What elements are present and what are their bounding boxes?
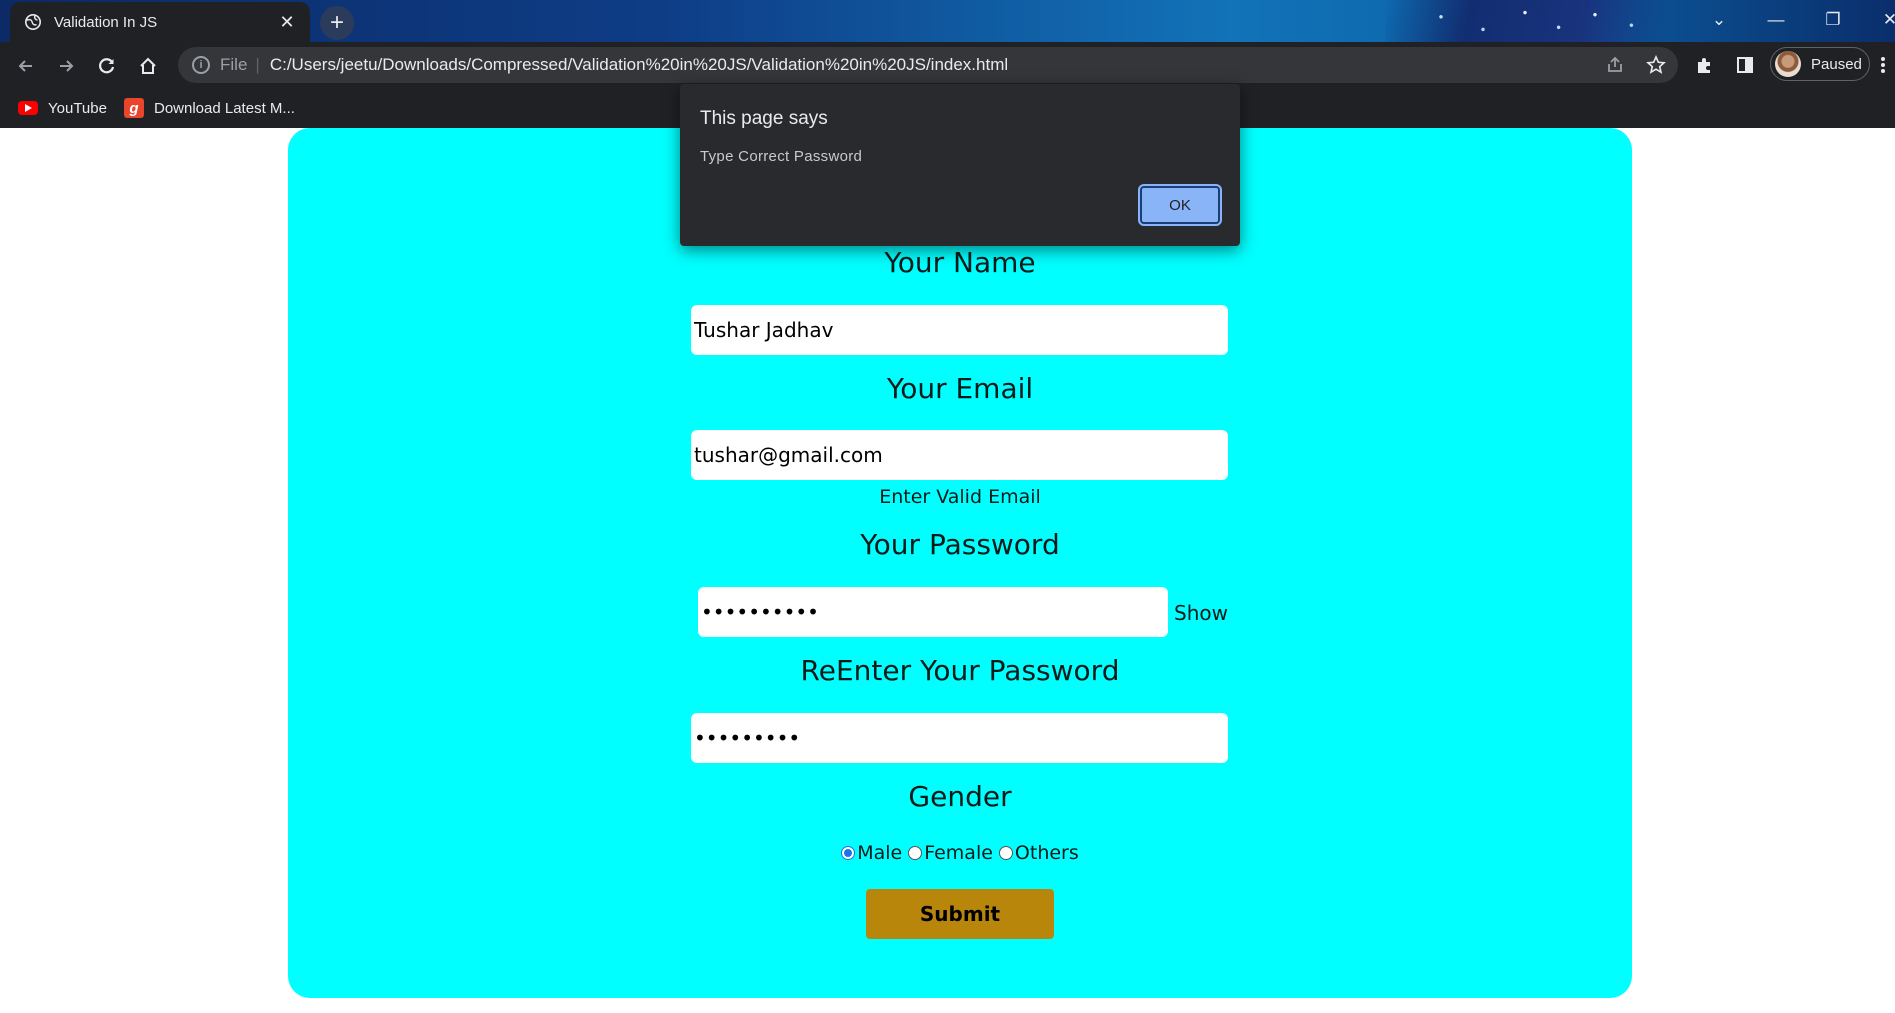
alert-title: This page says <box>700 108 828 129</box>
arrow-left-icon[interactable] <box>10 50 42 82</box>
repassword-input[interactable]: ••••••••• <box>691 713 1228 763</box>
name-label: Your Name <box>884 246 1036 279</box>
url-text: C:/Users/jeetu/Downloads/Compressed/Vali… <box>269 55 1009 74</box>
gender-option-label: Female <box>924 842 993 864</box>
gender-label: Gender <box>908 780 1012 813</box>
url-scheme: File <box>220 55 248 74</box>
tab-title: Validation In JS <box>54 13 158 31</box>
minimize-button[interactable]: — <box>1747 0 1805 40</box>
name-input[interactable]: Tushar Jadhav <box>691 305 1228 355</box>
alert-ok-button[interactable]: OK <box>1138 184 1222 226</box>
home-icon[interactable] <box>132 50 164 82</box>
avatar <box>1775 51 1801 77</box>
show-password-toggle[interactable]: Show <box>1174 601 1228 625</box>
bookmark-download[interactable]: g Download Latest M... <box>124 96 295 120</box>
form-card: Your Name Tushar Jadhav Your Email tusha… <box>288 128 1632 998</box>
globe-icon <box>24 13 42 31</box>
address-bar[interactable]: i File | C:/Users/jeetu/Downloads/Compre… <box>178 47 1678 83</box>
alert-dialog: This page says Type Correct Password OK <box>680 84 1240 246</box>
arrow-right-icon[interactable] <box>50 50 82 82</box>
email-label: Your Email <box>886 372 1034 405</box>
g-logo-icon: g <box>124 98 144 118</box>
theme-background-art <box>1385 0 1665 42</box>
close-window-button[interactable]: ✕ <box>1861 0 1895 40</box>
close-tab-icon[interactable]: ✕ <box>276 11 298 33</box>
gender-option-label: Others <box>1014 842 1079 864</box>
star-icon[interactable] <box>1643 52 1669 78</box>
submit-button[interactable]: Submit <box>866 889 1054 939</box>
repassword-label: ReEnter Your Password <box>800 654 1120 687</box>
password-input[interactable]: •••••••••• <box>698 587 1168 637</box>
new-tab-button[interactable]: + <box>320 6 354 40</box>
side-panel-icon[interactable] <box>1732 52 1758 78</box>
bookmark-label: Download Latest M... <box>154 99 295 117</box>
password-label: Your Password <box>860 528 1060 561</box>
browser-toolbar: i File | C:/Users/jeetu/Downloads/Compre… <box>0 42 1895 88</box>
registration-form: Your Name Tushar Jadhav Your Email tusha… <box>288 128 1632 998</box>
gender-option-label: Male <box>857 842 903 864</box>
browser-tab[interactable]: Validation In JS ✕ <box>10 2 310 42</box>
info-icon[interactable]: i <box>192 56 210 74</box>
alert-message: Type Correct Password <box>700 148 863 165</box>
gender-radio-female[interactable] <box>908 846 923 860</box>
youtube-icon <box>18 101 38 115</box>
tab-strip: Validation In JS ✕ + ⌄ — ❐ ✕ <box>0 0 1895 42</box>
puzzle-icon[interactable] <box>1692 52 1718 78</box>
bookmark-label: YouTube <box>48 99 107 117</box>
url-separator: | <box>255 55 260 74</box>
email-error-text: Enter Valid Email <box>879 486 1041 508</box>
restore-button[interactable]: ❐ <box>1804 0 1862 40</box>
profile-button[interactable]: Paused <box>1770 47 1870 81</box>
gender-radio-others[interactable] <box>998 846 1013 860</box>
bookmark-youtube[interactable]: YouTube <box>18 96 107 120</box>
kebab-menu-icon[interactable] <box>1876 52 1890 78</box>
share-icon[interactable] <box>1602 52 1628 78</box>
gender-radio-group: Male Female Others <box>288 842 1632 864</box>
page-viewport: Your Name Tushar Jadhav Your Email tusha… <box>0 128 1895 1013</box>
gender-radio-male[interactable] <box>841 846 856 860</box>
chevron-down-icon[interactable]: ⌄ <box>1690 0 1748 40</box>
email-input[interactable]: tushar@gmail.com <box>691 430 1228 480</box>
reload-icon[interactable] <box>91 50 123 82</box>
profile-status: Paused <box>1811 55 1862 73</box>
